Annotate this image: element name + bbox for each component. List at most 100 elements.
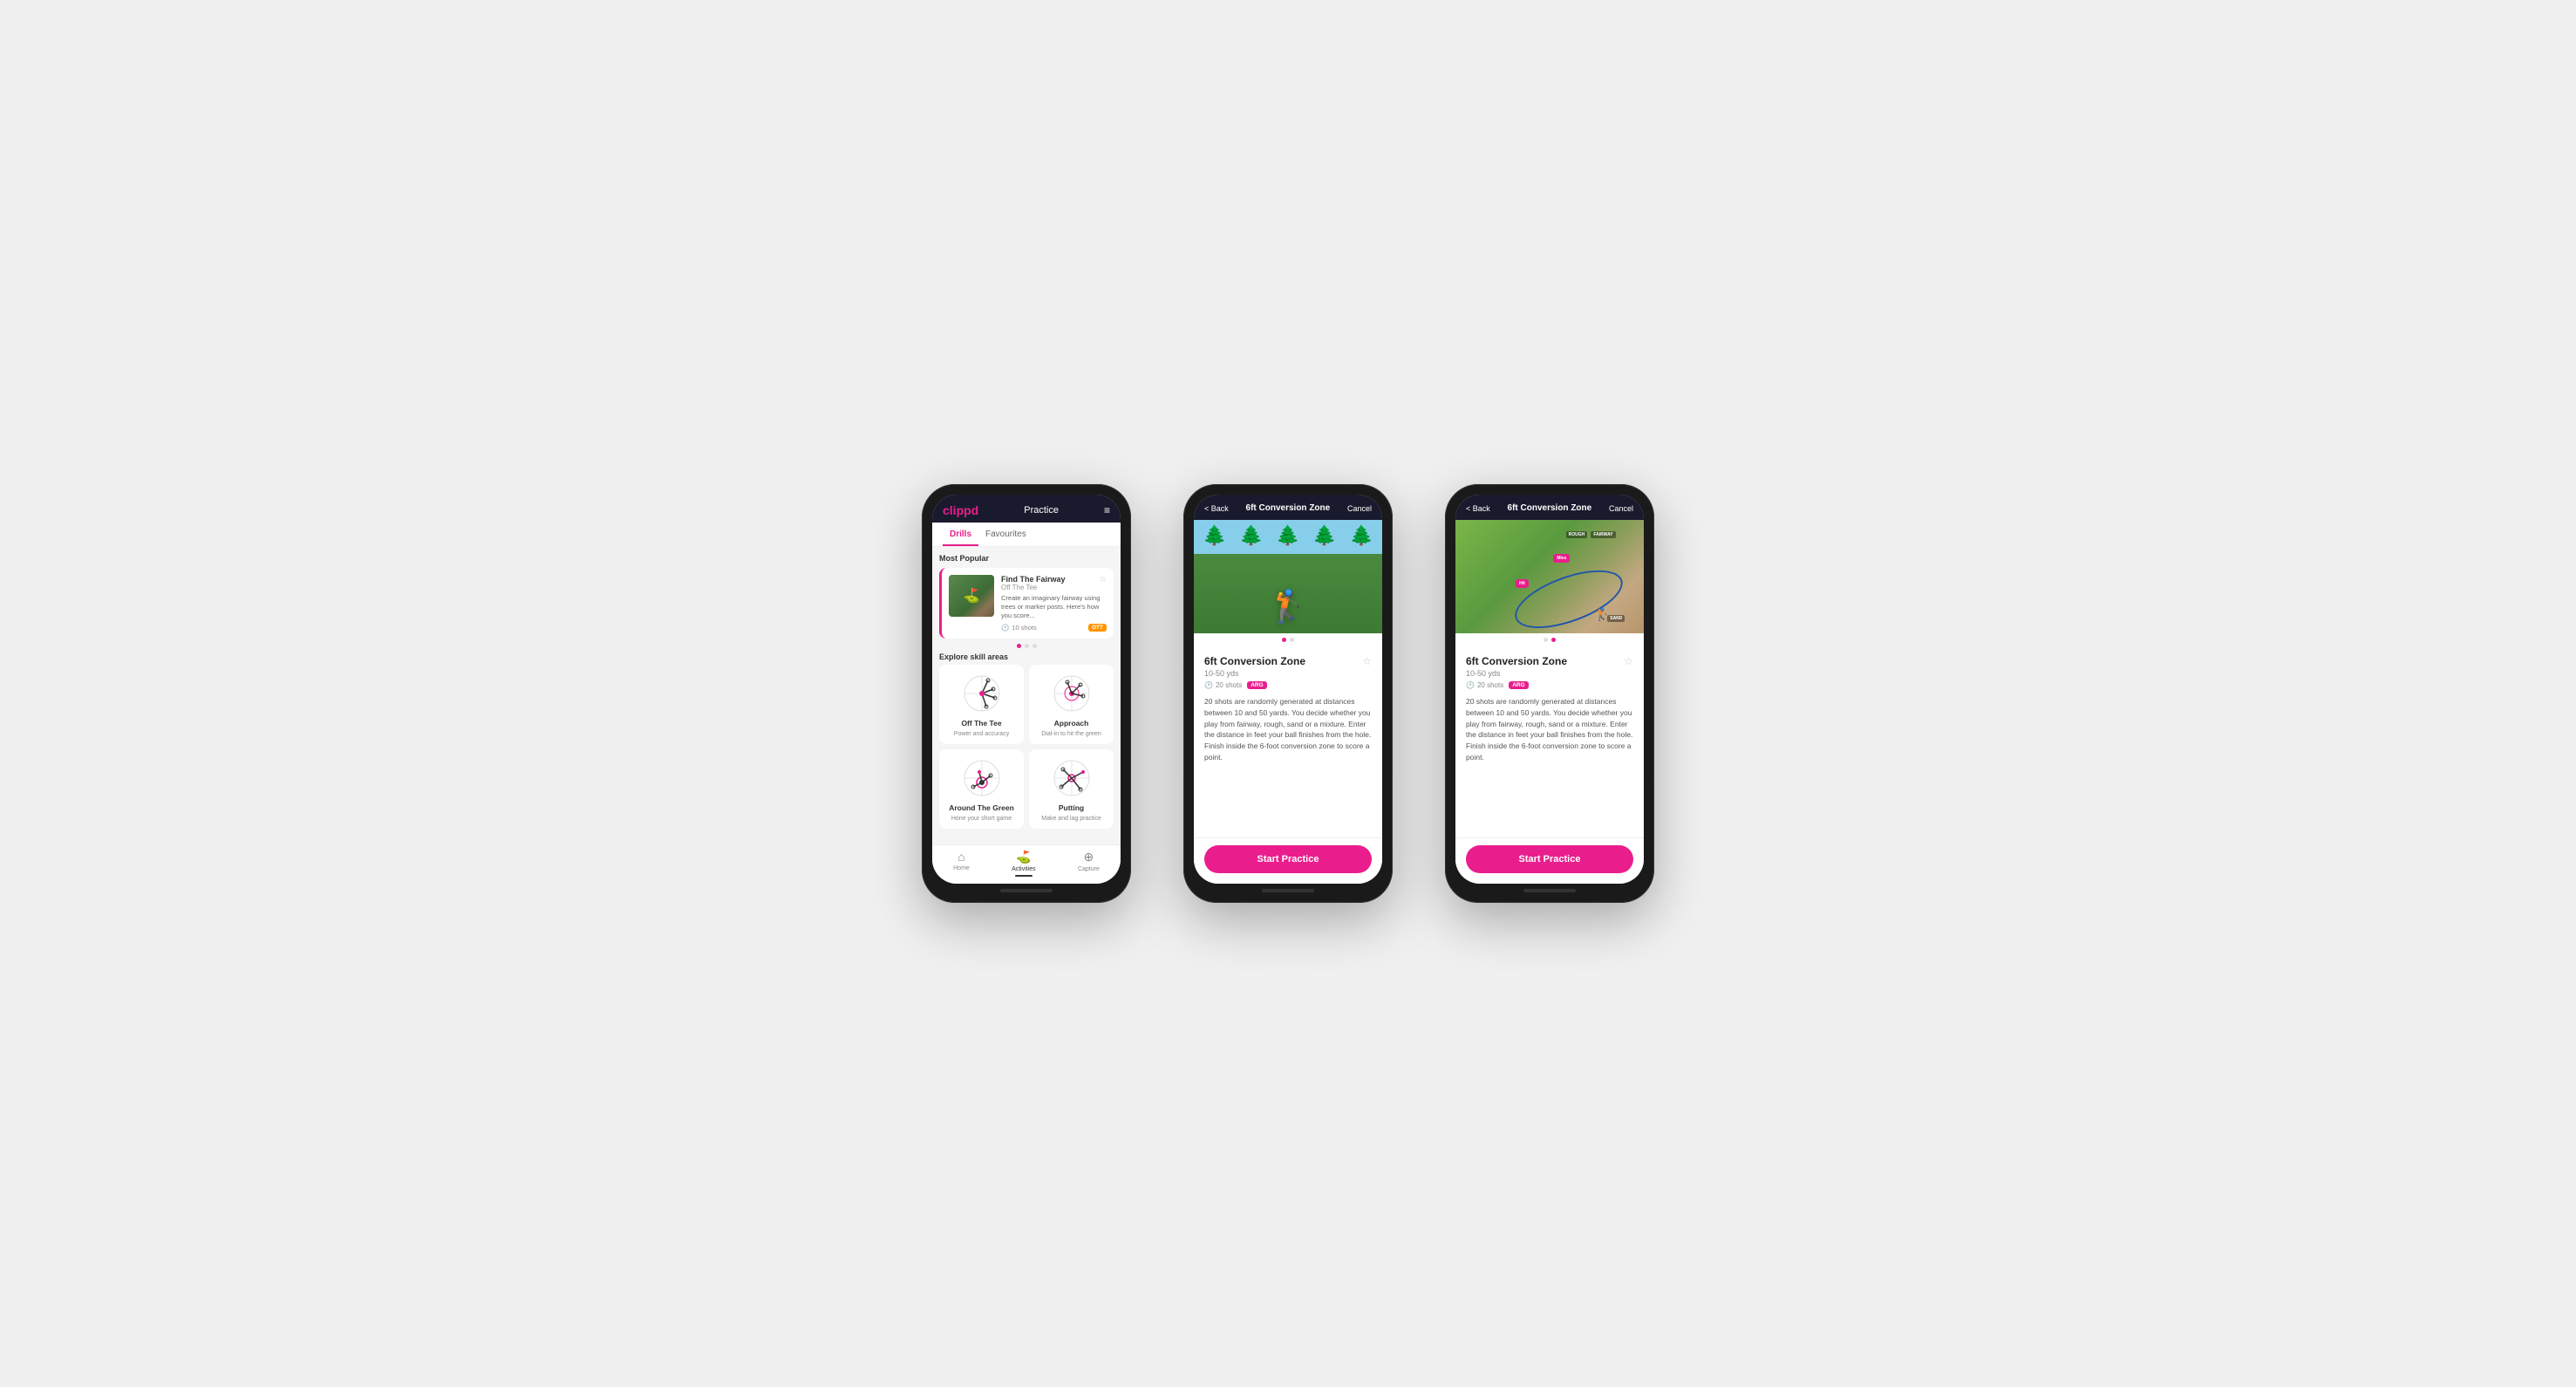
phone-1-screen: clippd Practice ≡ Drills Favourites Most… <box>932 495 1121 884</box>
drill-meta-3: 🕐 20 shots ARG <box>1466 681 1633 689</box>
drill-favourite-star[interactable]: ☆ <box>1362 655 1372 667</box>
bottom-nav: ⌂ Home ⛳ Activities ⊕ Capture <box>932 844 1121 884</box>
ott-skill-name: Off The Tee <box>961 719 1001 728</box>
arg-skill-name: Around The Green <box>949 803 1014 812</box>
drill-description-text-3: 20 shots are randomly generated at dista… <box>1466 696 1633 763</box>
explore-label: Explore skill areas <box>939 653 1114 661</box>
skill-grid: Off The Tee Power and accuracy <box>939 665 1114 829</box>
approach-skill-desc: Dial-in to hit the green <box>1041 731 1101 737</box>
drill-content[interactable]: 6ft Conversion Zone ☆ 10-50 yds 🕐 20 sho… <box>1194 646 1382 837</box>
image-dot-3-1 <box>1544 638 1548 642</box>
image-dot-1 <box>1282 638 1286 642</box>
map-sand-label: SAND <box>1607 615 1625 622</box>
drill-title: Find The Fairway <box>1001 575 1107 584</box>
home-icon: ⌂ <box>957 850 964 864</box>
favourite-star[interactable]: ☆ <box>1099 575 1107 584</box>
tabs-row: Drills Favourites <box>932 523 1121 547</box>
drill-description-text: 20 shots are randomly generated at dista… <box>1204 696 1372 763</box>
phone-3: < Back 6ft Conversion Zone Cancel Hit Mi… <box>1445 484 1654 903</box>
drill-category-tag: ARG <box>1247 681 1266 689</box>
nav-capture[interactable]: ⊕ Capture <box>1078 850 1100 877</box>
phone3-bottom-bar: Start Practice <box>1455 837 1644 884</box>
phone2-bottom-bar: Start Practice <box>1194 837 1382 884</box>
tree-5: 🌲 <box>1350 524 1373 572</box>
featured-drill-card[interactable]: Find The Fairway Off The Tee Create an i… <box>939 568 1114 639</box>
nav-home[interactable]: ⌂ Home <box>953 850 970 877</box>
putting-skill-desc: Make and lag practice <box>1041 816 1101 822</box>
drill-subtitle: Off The Tee <box>1001 584 1107 591</box>
phone3-header: < Back 6ft Conversion Zone Cancel <box>1455 495 1644 520</box>
drill-meta: 🕐 20 shots ARG <box>1204 681 1372 689</box>
shots-count: 🕐 10 shots <box>1001 624 1037 632</box>
nav-activities[interactable]: ⛳ Activities <box>1012 850 1036 877</box>
phone-2: < Back 6ft Conversion Zone Cancel 🌲 🌲 🌲 … <box>1183 484 1393 903</box>
home-label: Home <box>953 865 970 871</box>
header-title: Practice <box>1024 505 1059 516</box>
drill-nav-title: 6ft Conversion Zone <box>1246 503 1331 513</box>
image-dot-3-2 <box>1551 638 1556 642</box>
skill-card-ott[interactable]: Off The Tee Power and accuracy <box>939 665 1024 744</box>
tree-1: 🌲 <box>1203 524 1226 572</box>
putting-skill-name: Putting <box>1059 803 1084 812</box>
cancel-button[interactable]: Cancel <box>1347 504 1372 513</box>
approach-skill-name: Approach <box>1054 719 1089 728</box>
back-button-3[interactable]: < Back <box>1466 504 1490 513</box>
most-popular-label: Most Popular <box>939 554 1114 563</box>
tree-2: 🌲 <box>1239 524 1263 572</box>
map-fairway-label: FAIRWAY <box>1591 531 1615 538</box>
clock-icon-3: 🕐 <box>1466 681 1475 689</box>
putting-skill-icon <box>1050 756 1094 800</box>
drill-name-3: 6ft Conversion Zone <box>1466 655 1567 667</box>
drill-map-image: Hit Miss FAIRWAY ROUGH SAND 🏌️ <box>1455 520 1644 633</box>
approach-skill-icon <box>1050 672 1094 715</box>
cancel-button-3[interactable]: Cancel <box>1609 504 1633 513</box>
drill-favourite-star-3[interactable]: ☆ <box>1624 655 1633 667</box>
carousel-dots <box>939 644 1114 648</box>
tab-favourites[interactable]: Favourites <box>978 523 1033 546</box>
app-logo: clippd <box>943 503 978 517</box>
menu-icon[interactable]: ≡ <box>1104 504 1110 516</box>
drill-photo: 🌲 🌲 🌲 🌲 🌲 🏌️ <box>1194 520 1382 633</box>
clock-icon: 🕐 <box>1001 624 1009 632</box>
image-carousel-dots <box>1194 633 1382 646</box>
phone-2-screen: < Back 6ft Conversion Zone Cancel 🌲 🌲 🌲 … <box>1194 495 1382 884</box>
clock-icon-2: 🕐 <box>1204 681 1213 689</box>
drill-name-row: 6ft Conversion Zone ☆ <box>1204 655 1372 667</box>
drill-info: Find The Fairway Off The Tee Create an i… <box>1001 575 1107 632</box>
drill-name: 6ft Conversion Zone <box>1204 655 1305 667</box>
phone-1: clippd Practice ≡ Drills Favourites Most… <box>922 484 1131 903</box>
dot-3 <box>1032 644 1037 648</box>
back-button[interactable]: < Back <box>1204 504 1229 513</box>
drill-category-tag-3: ARG <box>1509 681 1528 689</box>
home-indicator-1 <box>1000 889 1053 892</box>
dot-2 <box>1025 644 1029 648</box>
practice-content[interactable]: Most Popular Find The Fairway Off The Te… <box>932 547 1121 844</box>
arg-skill-desc: Hone your short game <box>951 816 1012 822</box>
tab-drills[interactable]: Drills <box>943 523 978 546</box>
capture-label: Capture <box>1078 866 1100 872</box>
home-indicator-2 <box>1262 889 1314 892</box>
activities-label: Activities <box>1012 866 1036 872</box>
drill-content-3[interactable]: 6ft Conversion Zone ☆ 10-50 yds 🕐 20 sho… <box>1455 646 1644 837</box>
capture-icon: ⊕ <box>1084 850 1094 864</box>
phone-3-screen: < Back 6ft Conversion Zone Cancel Hit Mi… <box>1455 495 1644 884</box>
start-practice-button-3[interactable]: Start Practice <box>1466 845 1633 873</box>
tree-3: 🌲 <box>1276 524 1299 572</box>
map-golfer-figure: 🏌️ <box>1595 607 1610 622</box>
image-carousel-dots-3 <box>1455 633 1644 646</box>
ott-skill-icon <box>960 672 1004 715</box>
map-path-curve <box>1508 558 1630 633</box>
thumbnail-image <box>949 575 994 617</box>
phone2-header: < Back 6ft Conversion Zone Cancel <box>1194 495 1382 520</box>
drill-shots-3: 🕐 20 shots <box>1466 681 1503 689</box>
drill-name-row-3: 6ft Conversion Zone ☆ <box>1466 655 1633 667</box>
start-practice-button[interactable]: Start Practice <box>1204 845 1372 873</box>
tree-4: 🌲 <box>1312 524 1336 572</box>
golfer-figure: 🏌️ <box>1269 588 1308 625</box>
skill-card-putting[interactable]: Putting Make and lag practice <box>1029 749 1114 829</box>
map-miss-tag: Miss <box>1553 554 1570 563</box>
ott-skill-desc: Power and accuracy <box>954 731 1009 737</box>
skill-card-arg[interactable]: Around The Green Hone your short game <box>939 749 1024 829</box>
skill-card-approach[interactable]: Approach Dial-in to hit the green <box>1029 665 1114 744</box>
arg-skill-icon <box>960 756 1004 800</box>
